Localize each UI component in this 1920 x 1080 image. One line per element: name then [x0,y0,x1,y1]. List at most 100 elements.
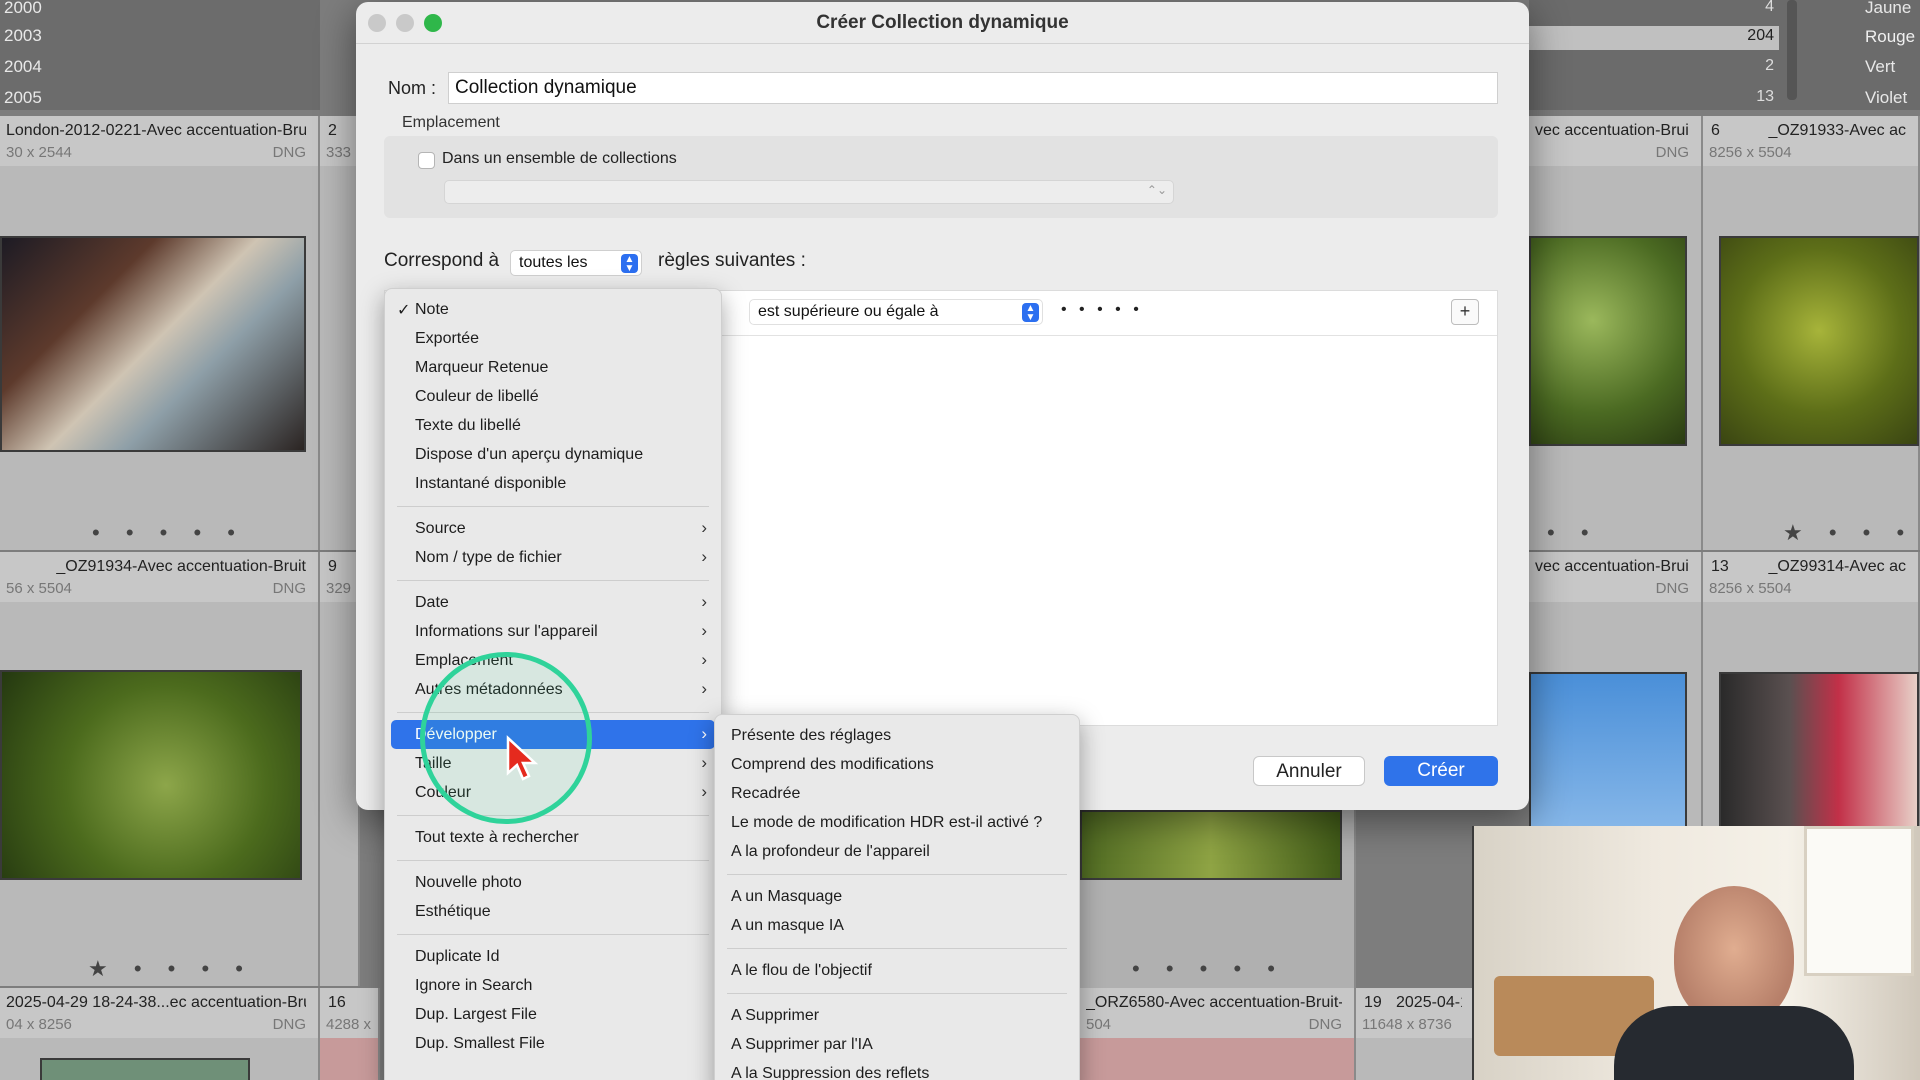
photo-cell[interactable]: vec accentuation-Bruit DNG • • [1529,116,1703,550]
submenu-item-hdr-mode[interactable]: Le mode de modification HDR est-il activ… [715,808,1079,837]
collection-name-field[interactable]: Collection dynamique [448,72,1498,104]
submenu-item-reflection-removal[interactable]: A la Suppression des reflets [715,1059,1079,1080]
cell-index: 13 [1711,558,1729,575]
rule-operator-select[interactable]: est supérieure ou égale à ▲ ▼ [749,299,1043,325]
photo-filename: _OZ91933-Avec ac [1768,122,1906,139]
menu-item-dup-smallest-file[interactable]: Dup. Smallest File [385,1029,721,1058]
menu-item-label-color[interactable]: Couleur de libellé [385,382,721,411]
submenu-item-camera-depth[interactable]: A la profondeur de l'appareil [715,837,1079,866]
in-collection-set-checkbox[interactable] [418,152,435,169]
photo-thumbnail[interactable] [0,236,306,452]
photo-cell[interactable]: 16 4288 x [320,988,380,1080]
menu-item-pick-flag[interactable]: Marqueur Retenue [385,353,721,382]
photo-filetype: DNG [1308,1016,1342,1033]
chevron-right-icon: › [701,650,707,669]
photo-filename: _OZ91934-Avec accentuation-Bruit [56,558,306,575]
submenu-item-ai-remove[interactable]: A Supprimer par l'IA [715,1030,1079,1059]
menu-item-label-text[interactable]: Texte du libellé [385,411,721,440]
menu-item-dup-largest-file[interactable]: Dup. Largest File [385,1000,721,1029]
cancel-button[interactable]: Annuler [1253,756,1365,786]
photo-dimensions: 329 [326,580,352,597]
chevron-right-icon: › [701,547,707,566]
photo-thumbnail[interactable] [1719,236,1919,446]
add-rule-button[interactable]: + [1451,299,1479,325]
menu-item-new-photo[interactable]: Nouvelle photo [385,868,721,897]
match-mode-select[interactable]: toutes les ▲ ▼ [510,250,642,276]
submenu-item-cropped[interactable]: Recadrée [715,779,1079,808]
rating-dots[interactable]: ★ • • • [1783,520,1914,546]
color-filter-count: 13 [1756,88,1774,105]
menu-item-any-searchable-text[interactable]: Tout texte à rechercher [385,823,721,852]
photo-dimensions: 8256 x 5504 [1709,144,1792,161]
rating-dots[interactable]: • • • • • [1132,956,1285,982]
photo-filetype: DNG [272,144,306,161]
menu-item-source[interactable]: Source › [385,514,721,543]
menu-item-duplicate-id[interactable]: Duplicate Id [385,942,721,971]
cell-header: London-2012-0221-Avec accentuation-Bruit… [0,116,318,166]
photo-dimensions: 30 x 2544 [6,144,72,161]
photo-cell[interactable]: 19 2025-04-19 11648 x 8736 [1356,988,1476,1080]
color-filter-item[interactable]: Violet [1865,88,1907,108]
menu-separator [397,580,709,581]
submenu-item-has-remove[interactable]: A Supprimer [715,1001,1079,1030]
color-filter-item[interactable]: Rouge [1865,27,1915,47]
menu-item-camera-info[interactable]: Informations sur l'appareil › [385,617,721,646]
create-button[interactable]: Créer [1384,756,1498,786]
year-item[interactable]: 2005 [4,88,42,108]
submenu-item-has-adjustments[interactable]: Présente des réglages [715,721,1079,750]
menu-item-smart-preview[interactable]: Dispose d'un aperçu dynamique [385,440,721,469]
photo-dimensions: 504 [1086,1016,1112,1033]
rating-value-dots[interactable]: • • • • • [1061,301,1143,319]
match-prefix-label: Correspond à [384,250,500,271]
menu-item-filename-type[interactable]: Nom / type de fichier › [385,543,721,572]
photo-thumbnail[interactable] [1719,672,1919,842]
rating-dots[interactable]: • • [1547,520,1599,546]
photo-thumbnail[interactable] [1529,236,1687,446]
menu-item-ignore-in-search[interactable]: Ignore in Search [385,971,721,1000]
submenu-item-has-ai-mask[interactable]: A un masque IA [715,911,1079,940]
menu-separator [727,874,1067,875]
photo-cell[interactable]: 2 333 [320,116,360,550]
photo-filetype: DNG [272,580,306,597]
scrollbar[interactable] [1787,0,1797,100]
match-mode-value: toutes les [519,254,588,271]
submenu-item-has-edits[interactable]: Comprend des modifications [715,750,1079,779]
dialog-titlebar: Créer Collection dynamique [356,2,1529,44]
menu-item-aesthetic[interactable]: Esthétique [385,897,721,926]
menu-item-snapshot[interactable]: Instantané disponible [385,469,721,498]
menu-item-note[interactable]: ✓ Note [385,295,721,324]
photo-cell[interactable]: London-2012-0221-Avec accentuation-Bruit… [0,116,320,550]
color-filter-item[interactable]: Vert [1865,57,1895,77]
match-suffix-label: règles suivantes : [658,250,806,271]
photo-thumbnail[interactable] [40,1058,250,1080]
menu-item-exported[interactable]: Exportée [385,324,721,353]
menu-separator [727,993,1067,994]
develop-submenu: Présente des réglages Comprend des modif… [714,714,1080,1080]
year-item[interactable]: 2000 [4,0,42,18]
photo-cell[interactable]: 2025-04-29 18-24-38...ec accentuation-Br… [0,988,320,1080]
photo-cell[interactable]: 6 _OZ91933-Avec ac 8256 x 5504 ★ • • • [1703,116,1920,550]
chevron-updown-icon: ▲ ▼ [621,254,638,274]
submenu-item-has-masking[interactable]: A un Masquage [715,882,1079,911]
color-filter-panel: Jaune Rouge Vert Violet 4 204 2 13 [1529,0,1920,110]
year-item[interactable]: 2004 [4,57,42,77]
photo-cell[interactable]: 9 329 [320,552,360,986]
collection-set-select: ⌃⌄ [444,180,1174,204]
photo-dimensions: 04 x 8256 [6,1016,72,1033]
menu-item-date[interactable]: Date › [385,588,721,617]
color-filter-item[interactable]: Jaune [1865,0,1911,18]
photo-filename: vec accentuation-Bruit [1535,558,1689,575]
photo-cell[interactable]: • • • • • [1080,810,1356,988]
photo-cell[interactable]: _ORZ6580-Avec accentuation-Bruit-3 504 DNG [1080,988,1356,1080]
chevron-right-icon: › [701,724,707,743]
submenu-item-lens-blur[interactable]: A le flou de l'objectif [715,956,1079,985]
rating-dots[interactable]: • • • • • [92,520,245,546]
photo-cell[interactable]: _OZ91934-Avec accentuation-Bruit 56 x 550… [0,552,320,986]
photo-filename: London-2012-0221-Avec accentuation-Bruit [6,122,306,139]
photo-filetype: DNG [272,1016,306,1033]
menu-separator [727,948,1067,949]
year-item[interactable]: 2003 [4,26,42,46]
photo-thumbnail[interactable] [1080,810,1342,880]
rating-dots[interactable]: ★ • • • • [88,956,253,982]
photo-thumbnail[interactable] [0,670,302,880]
